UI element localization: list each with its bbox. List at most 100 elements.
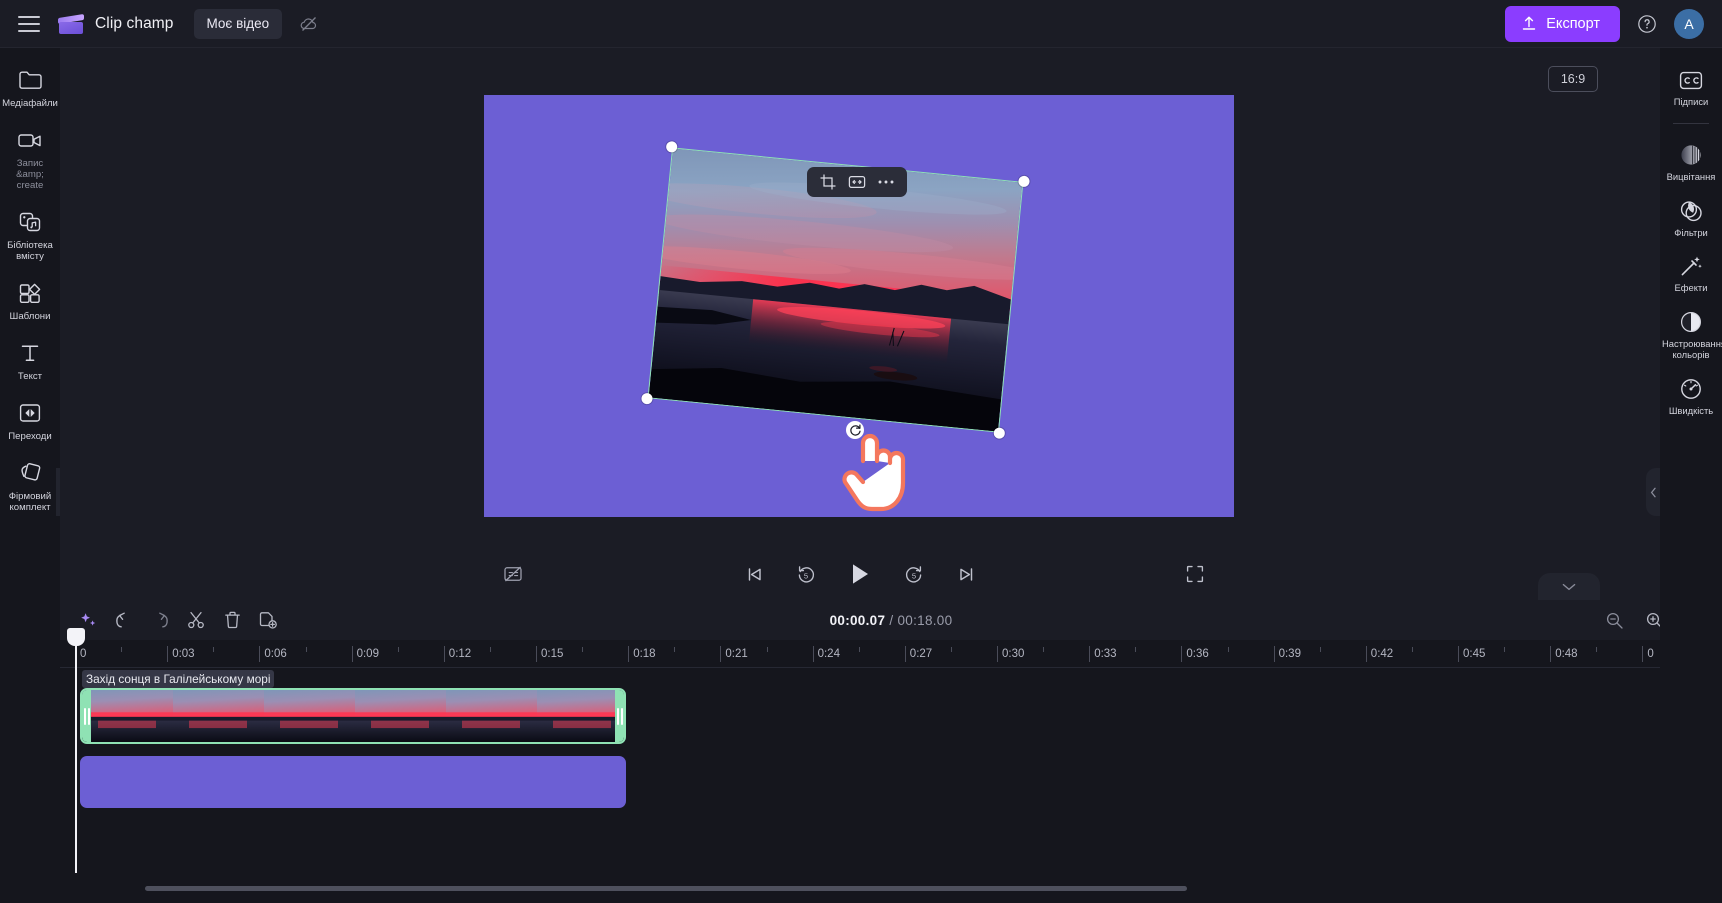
ruler-minor-tick-bar bbox=[1043, 647, 1045, 652]
rightbar-item-captions[interactable]: Підписи bbox=[1661, 60, 1721, 114]
rightbar-item-speed[interactable]: Швидкість bbox=[1661, 369, 1721, 423]
svg-text:5: 5 bbox=[804, 571, 808, 580]
ruler-tick-bar bbox=[351, 646, 353, 662]
timeline-clip-video[interactable] bbox=[80, 688, 626, 744]
clip-thumbnail bbox=[82, 690, 173, 742]
ruler-tick-label: 0:27 bbox=[909, 648, 933, 660]
ruler-minor-tick-bar bbox=[582, 647, 584, 652]
rotate-handle[interactable] bbox=[846, 421, 864, 439]
rightbar-item-effects[interactable]: Ефекти bbox=[1661, 246, 1721, 300]
sidebar-item-text[interactable]: Текст bbox=[1, 331, 59, 389]
left-sidebar: Медіафайли Запис &amp; create Бібліотека… bbox=[0, 48, 70, 903]
fit-icon[interactable] bbox=[845, 171, 869, 193]
effects-wand-icon bbox=[1679, 254, 1703, 278]
folder-icon bbox=[18, 67, 43, 93]
resize-handle-bottom-right[interactable] bbox=[993, 427, 1006, 440]
sidebar-item-content-library[interactable]: Бібліотека вмісту bbox=[1, 200, 59, 269]
resize-handle-top-right[interactable] bbox=[1017, 175, 1031, 188]
help-question-icon[interactable] bbox=[1634, 11, 1660, 37]
ruler-tick-label: 0:06 bbox=[264, 648, 287, 660]
captions-off-icon[interactable] bbox=[500, 561, 526, 587]
ruler-minor-tick-bar bbox=[1411, 647, 1413, 652]
split-scissors-icon[interactable] bbox=[182, 606, 210, 634]
sidebar-item-transitions[interactable]: Переходи bbox=[1, 391, 59, 449]
forward-5-icon[interactable]: 5 bbox=[901, 561, 927, 587]
ruler-tick-bar bbox=[536, 646, 537, 662]
color-adjust-icon bbox=[1679, 310, 1703, 334]
ruler-tick-label: 0:39 bbox=[1278, 648, 1301, 660]
rotate-icon bbox=[849, 423, 861, 436]
ruler-tick-label: 0:42 bbox=[1370, 648, 1394, 660]
brand-name: Clip champ bbox=[95, 14, 174, 32]
right-panel-collapse-handle[interactable] bbox=[1646, 468, 1660, 516]
timeline-horizontal-scrollbar[interactable] bbox=[145, 886, 1187, 891]
sidebar-label: Запис &amp; create bbox=[16, 158, 44, 192]
timeline-ruler[interactable]: 0 0:03 0:06 0:09 0:12 0:15 0:18 0:21 0:24 0:27 0:3… bbox=[60, 640, 1722, 668]
svg-text:5: 5 bbox=[912, 571, 916, 580]
ruler-tick-bar bbox=[1365, 646, 1367, 662]
skip-next-icon[interactable] bbox=[953, 561, 979, 587]
timeline-collapse-tab[interactable] bbox=[1538, 573, 1600, 601]
resize-handle-bottom-left[interactable] bbox=[640, 392, 654, 405]
rightbar-item-filters[interactable]: Фільтри bbox=[1661, 191, 1721, 245]
ruler-tick-label: 0 bbox=[80, 648, 87, 660]
sidebar-label: Шаблони bbox=[9, 311, 51, 323]
ruler-minor-tick-bar bbox=[950, 647, 952, 652]
ruler-tick-bar bbox=[167, 646, 169, 662]
sidebar-item-media[interactable]: Медіафайли bbox=[1, 58, 59, 116]
trim-handle-right[interactable] bbox=[615, 690, 624, 742]
ruler-minor-tick-bar bbox=[766, 647, 768, 652]
aspect-ratio-button[interactable]: 16:9 bbox=[1548, 66, 1598, 92]
sidebar-item-templates[interactable]: Шаблони bbox=[1, 271, 59, 329]
ruler-tick-label: 0:30 bbox=[1002, 648, 1025, 660]
menu-hamburger-icon[interactable] bbox=[18, 15, 40, 32]
rewind-5-icon[interactable]: 5 bbox=[793, 561, 819, 587]
duplicate-icon[interactable] bbox=[254, 606, 282, 634]
top-bar-actions: Експорт A bbox=[1505, 5, 1722, 42]
ruler-tick-bar bbox=[997, 646, 998, 662]
sidebar-item-brand-kit[interactable]: Фірмовий комплект bbox=[1, 451, 59, 520]
fullscreen-icon[interactable] bbox=[1182, 561, 1208, 587]
user-avatar[interactable]: A bbox=[1674, 8, 1704, 39]
playhead-knob[interactable] bbox=[67, 628, 85, 646]
right-sidebar: Підписи Вицвітання Фільтри Ефекти Настро… bbox=[1646, 48, 1722, 903]
export-button[interactable]: Експорт bbox=[1505, 5, 1620, 42]
timecode-display: 00:00.07 / 00:18.00 bbox=[830, 613, 953, 628]
rightbar-item-fade[interactable]: Вицвітання bbox=[1661, 135, 1721, 189]
templates-icon bbox=[18, 280, 42, 306]
ruler-tick-label: 0:45 bbox=[1463, 648, 1486, 660]
brand-kit-icon bbox=[18, 460, 43, 486]
avatar-initial: A bbox=[1684, 15, 1694, 32]
cloud-sync-off-icon[interactable] bbox=[294, 9, 324, 39]
playhead[interactable] bbox=[67, 628, 85, 873]
ruler-tick-bar bbox=[904, 646, 906, 662]
redo-icon[interactable] bbox=[146, 606, 174, 634]
project-name-button[interactable]: Моє відео bbox=[193, 8, 283, 39]
ruler-minor-tick-bar bbox=[1227, 647, 1229, 652]
ruler-minor-tick-bar bbox=[397, 647, 399, 652]
rightbar-item-color-adjust[interactable]: Настроювання кольорів bbox=[1661, 302, 1722, 367]
upload-arrow-icon bbox=[1523, 16, 1536, 30]
ruler-minor-tick-bar bbox=[213, 647, 215, 652]
ruler-minor-tick-bar bbox=[1504, 647, 1506, 652]
delete-trash-icon[interactable] bbox=[218, 606, 246, 634]
ruler-tick-bar bbox=[1550, 646, 1552, 662]
zoom-out-icon[interactable] bbox=[1600, 606, 1628, 634]
element-float-toolbar bbox=[807, 167, 907, 197]
brand-logo-link[interactable]: Clip champ bbox=[58, 13, 174, 35]
ruler-minor-tick-bar bbox=[1596, 647, 1598, 652]
timeline-clip-background[interactable] bbox=[80, 756, 626, 808]
captions-cc-icon bbox=[1679, 68, 1703, 92]
crop-icon[interactable] bbox=[816, 171, 840, 193]
ruler-tick-label: 0:36 bbox=[1186, 648, 1209, 660]
ruler-tick-label: 0:18 bbox=[633, 648, 656, 660]
preview-canvas[interactable] bbox=[484, 95, 1234, 517]
ruler-tick-bar bbox=[1642, 646, 1644, 662]
skip-previous-icon[interactable] bbox=[741, 561, 767, 587]
play-icon[interactable] bbox=[845, 559, 875, 589]
more-dots-icon[interactable] bbox=[874, 171, 898, 193]
undo-icon[interactable] bbox=[110, 606, 138, 634]
sidebar-item-record-create[interactable]: Запис &amp; create bbox=[1, 118, 59, 198]
rightbar-label: Ефекти bbox=[1674, 282, 1708, 294]
trim-handle-left[interactable] bbox=[82, 690, 91, 742]
